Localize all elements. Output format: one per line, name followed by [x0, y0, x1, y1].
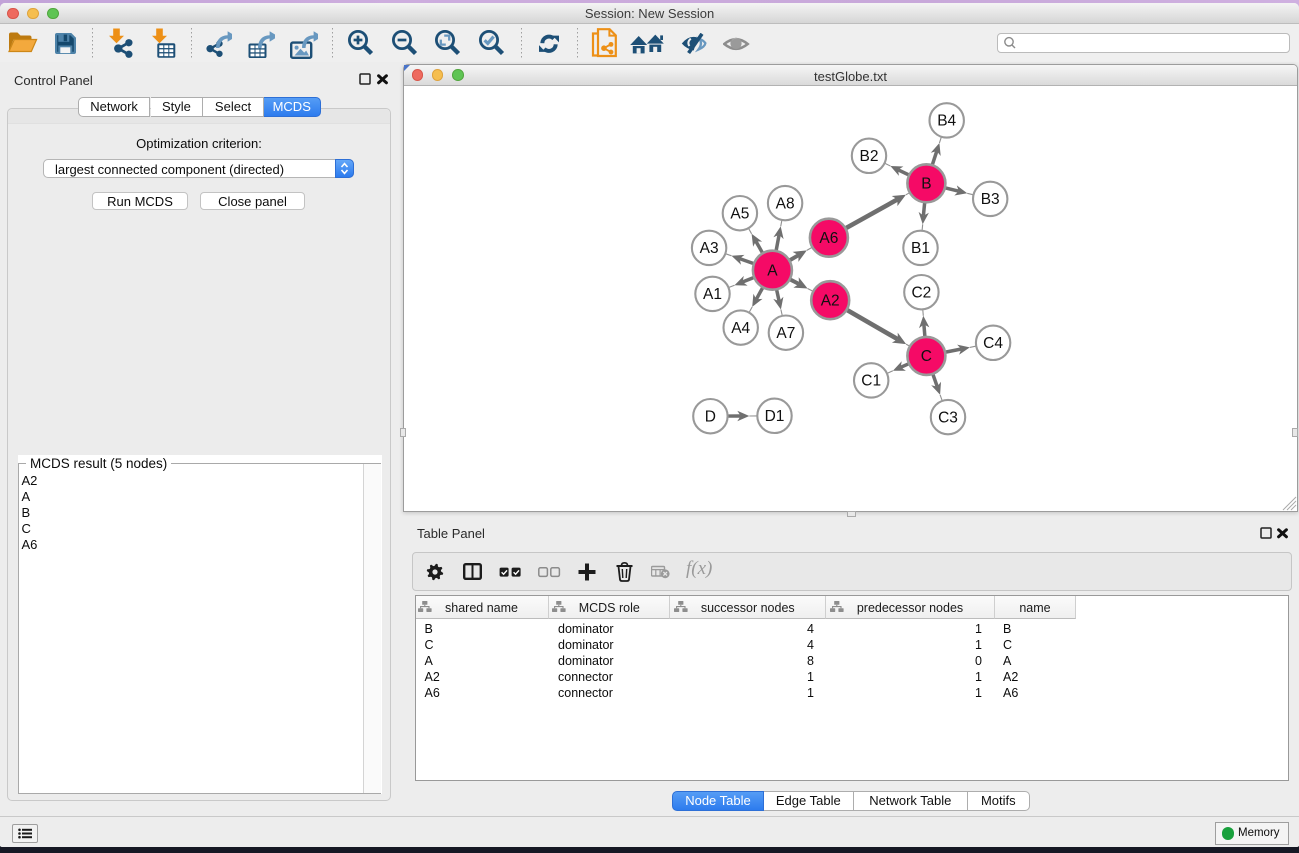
svg-text:C: C — [921, 348, 932, 365]
svg-text:B3: B3 — [981, 191, 1000, 208]
svg-text:C1: C1 — [861, 373, 881, 390]
svg-text:B: B — [921, 176, 931, 193]
svg-text:A4: A4 — [731, 320, 750, 337]
svg-text:D1: D1 — [765, 408, 785, 425]
svg-text:B1: B1 — [911, 240, 930, 257]
svg-text:A8: A8 — [776, 195, 795, 212]
svg-text:C4: C4 — [983, 335, 1003, 352]
svg-text:C2: C2 — [911, 284, 931, 301]
svg-text:B4: B4 — [937, 113, 956, 130]
svg-text:A: A — [767, 262, 778, 279]
svg-text:D: D — [705, 408, 716, 425]
svg-text:A2: A2 — [821, 292, 840, 309]
svg-text:A6: A6 — [819, 230, 838, 247]
svg-text:A7: A7 — [776, 325, 795, 342]
svg-text:B2: B2 — [860, 148, 879, 165]
svg-text:A1: A1 — [703, 286, 722, 303]
svg-text:A3: A3 — [700, 240, 719, 257]
svg-text:C3: C3 — [938, 409, 958, 426]
svg-text:A5: A5 — [730, 205, 749, 222]
